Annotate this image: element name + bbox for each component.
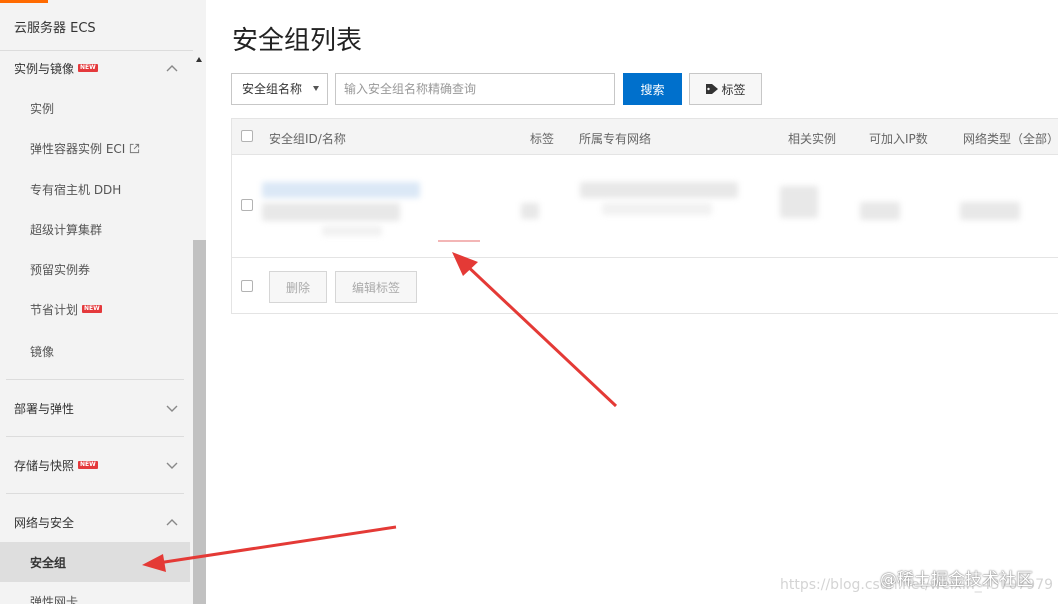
new-badge: NEW [78, 461, 98, 469]
sidebar-item-scc[interactable]: 超级计算集群 [30, 220, 102, 238]
column-header-available-ips: 可加入IP数 [869, 132, 928, 146]
top-accent-bar [0, 0, 48, 3]
highlight-underline [438, 240, 480, 242]
sidebar-item-label: 弹性容器实例 ECI [30, 141, 126, 156]
sidebar-separator [6, 379, 184, 380]
product-title[interactable]: 云服务器 ECS [14, 17, 96, 36]
sidebar-item-ddh[interactable]: 专有宿主机 DDH [30, 180, 121, 198]
chevron-up-icon [166, 519, 178, 526]
sidebar-item-reserved-instances[interactable]: 预留实例券 [30, 260, 90, 278]
redacted-network-type [960, 202, 1020, 220]
row-checkbox[interactable] [241, 199, 253, 211]
caret-down-icon [313, 86, 319, 91]
new-badge: NEW [82, 305, 102, 313]
column-header-id-name: 安全组ID/名称 [269, 132, 346, 146]
table-header: 安全组ID/名称 标签 所属专有网络 相关实例 可加入IP数 网络类型（全部） [232, 119, 1058, 155]
sidebar-section-label: 网络与安全 [14, 515, 75, 530]
table-row [232, 156, 1058, 258]
tag-button[interactable]: 标签 [689, 73, 762, 105]
sidebar-item-instances[interactable]: 实例 [30, 99, 54, 117]
sidebar-item-label: 预留实例券 [30, 262, 91, 277]
sidebar-item-eni[interactable]: 弹性网卡 [30, 592, 78, 604]
sidebar-item-label: 镜像 [30, 344, 55, 359]
redacted-available-ips [860, 202, 900, 220]
chevron-up-icon [166, 65, 178, 72]
tag-button-label: 标签 [721, 82, 746, 97]
external-link-icon [130, 143, 140, 153]
sidebar-section-instances-images[interactable]: 实例与镜像 NEW [14, 58, 186, 78]
select-all-checkbox[interactable] [241, 130, 253, 142]
sidebar-section-storage[interactable]: 存储与快照 NEW [14, 455, 186, 475]
new-badge: NEW [78, 64, 98, 72]
sidebar-item-label: 专有宿主机 DDH [30, 182, 122, 197]
scroll-up-arrow-icon[interactable] [195, 56, 203, 64]
edit-tags-button[interactable]: 编辑标签 [335, 271, 417, 303]
column-header-network-type[interactable]: 网络类型（全部） [963, 130, 1058, 147]
sidebar-item-label: 超级计算集群 [30, 222, 103, 237]
sidebar-separator [6, 493, 184, 494]
redacted-security-group-id[interactable] [262, 182, 420, 198]
sidebar-section-deployment[interactable]: 部署与弹性 [14, 398, 186, 418]
chevron-down-icon [166, 462, 178, 469]
search-button[interactable]: 搜索 [623, 73, 682, 105]
security-group-table: 安全组ID/名称 标签 所属专有网络 相关实例 可加入IP数 网络类型（全部） … [231, 118, 1058, 314]
sidebar-item-label: 弹性网卡 [30, 594, 79, 604]
sidebar-item-eci[interactable]: 弹性容器实例 ECI [30, 139, 140, 157]
search-type-select[interactable]: 安全组名称 [231, 73, 328, 105]
page-title: 安全组列表 [232, 26, 363, 56]
sidebar-item-security-group[interactable]: 安全组 [0, 542, 190, 582]
chevron-down-icon [166, 405, 178, 412]
tag-icon [706, 84, 719, 94]
redacted-security-group-name [262, 203, 400, 221]
sidebar-section-label: 部署与弹性 [14, 401, 75, 416]
redacted-tag [521, 203, 539, 219]
column-header-tags: 标签 [530, 132, 555, 146]
column-header-related-instances: 相关实例 [788, 132, 837, 146]
sidebar-item-label: 实例 [30, 101, 55, 116]
sidebar-item-label: 节省计划 [30, 302, 79, 317]
watermark-brand: @稀土掘金技术社区 [880, 570, 1033, 590]
sidebar-item-label: 安全组 [30, 556, 67, 570]
redacted-related-instances [780, 186, 818, 218]
footer-select-all-checkbox[interactable] [241, 280, 253, 292]
delete-button[interactable]: 删除 [269, 271, 327, 303]
sidebar-section-label: 存储与快照 [14, 458, 75, 473]
table-footer: 删除 编辑标签 [232, 259, 1058, 315]
redacted-vpc-name [602, 203, 712, 215]
sidebar-separator [6, 436, 184, 437]
sidebar-scrollbar-thumb[interactable] [193, 240, 206, 604]
search-input[interactable] [335, 73, 615, 105]
sidebar-divider [0, 50, 206, 51]
redacted-vpc-id[interactable] [580, 182, 738, 198]
sidebar-section-network[interactable]: 网络与安全 [14, 512, 186, 532]
sidebar-item-images[interactable]: 镜像 [30, 342, 54, 360]
main-content: 安全组列表 安全组名称 搜索 标签 安全组ID/名称 标签 所属专有网络 相关实… [206, 0, 1058, 604]
column-header-vpc: 所属专有网络 [579, 132, 652, 146]
redacted-description [322, 226, 382, 236]
sidebar-section-label: 实例与镜像 [14, 61, 75, 76]
search-type-value: 安全组名称 [242, 82, 303, 96]
sidebar: 云服务器 ECS 实例与镜像 NEW 实例 弹性容器实例 ECI 专有宿主机 D… [0, 0, 206, 604]
sidebar-item-savings-plan[interactable]: 节省计划 NEW [30, 300, 102, 318]
